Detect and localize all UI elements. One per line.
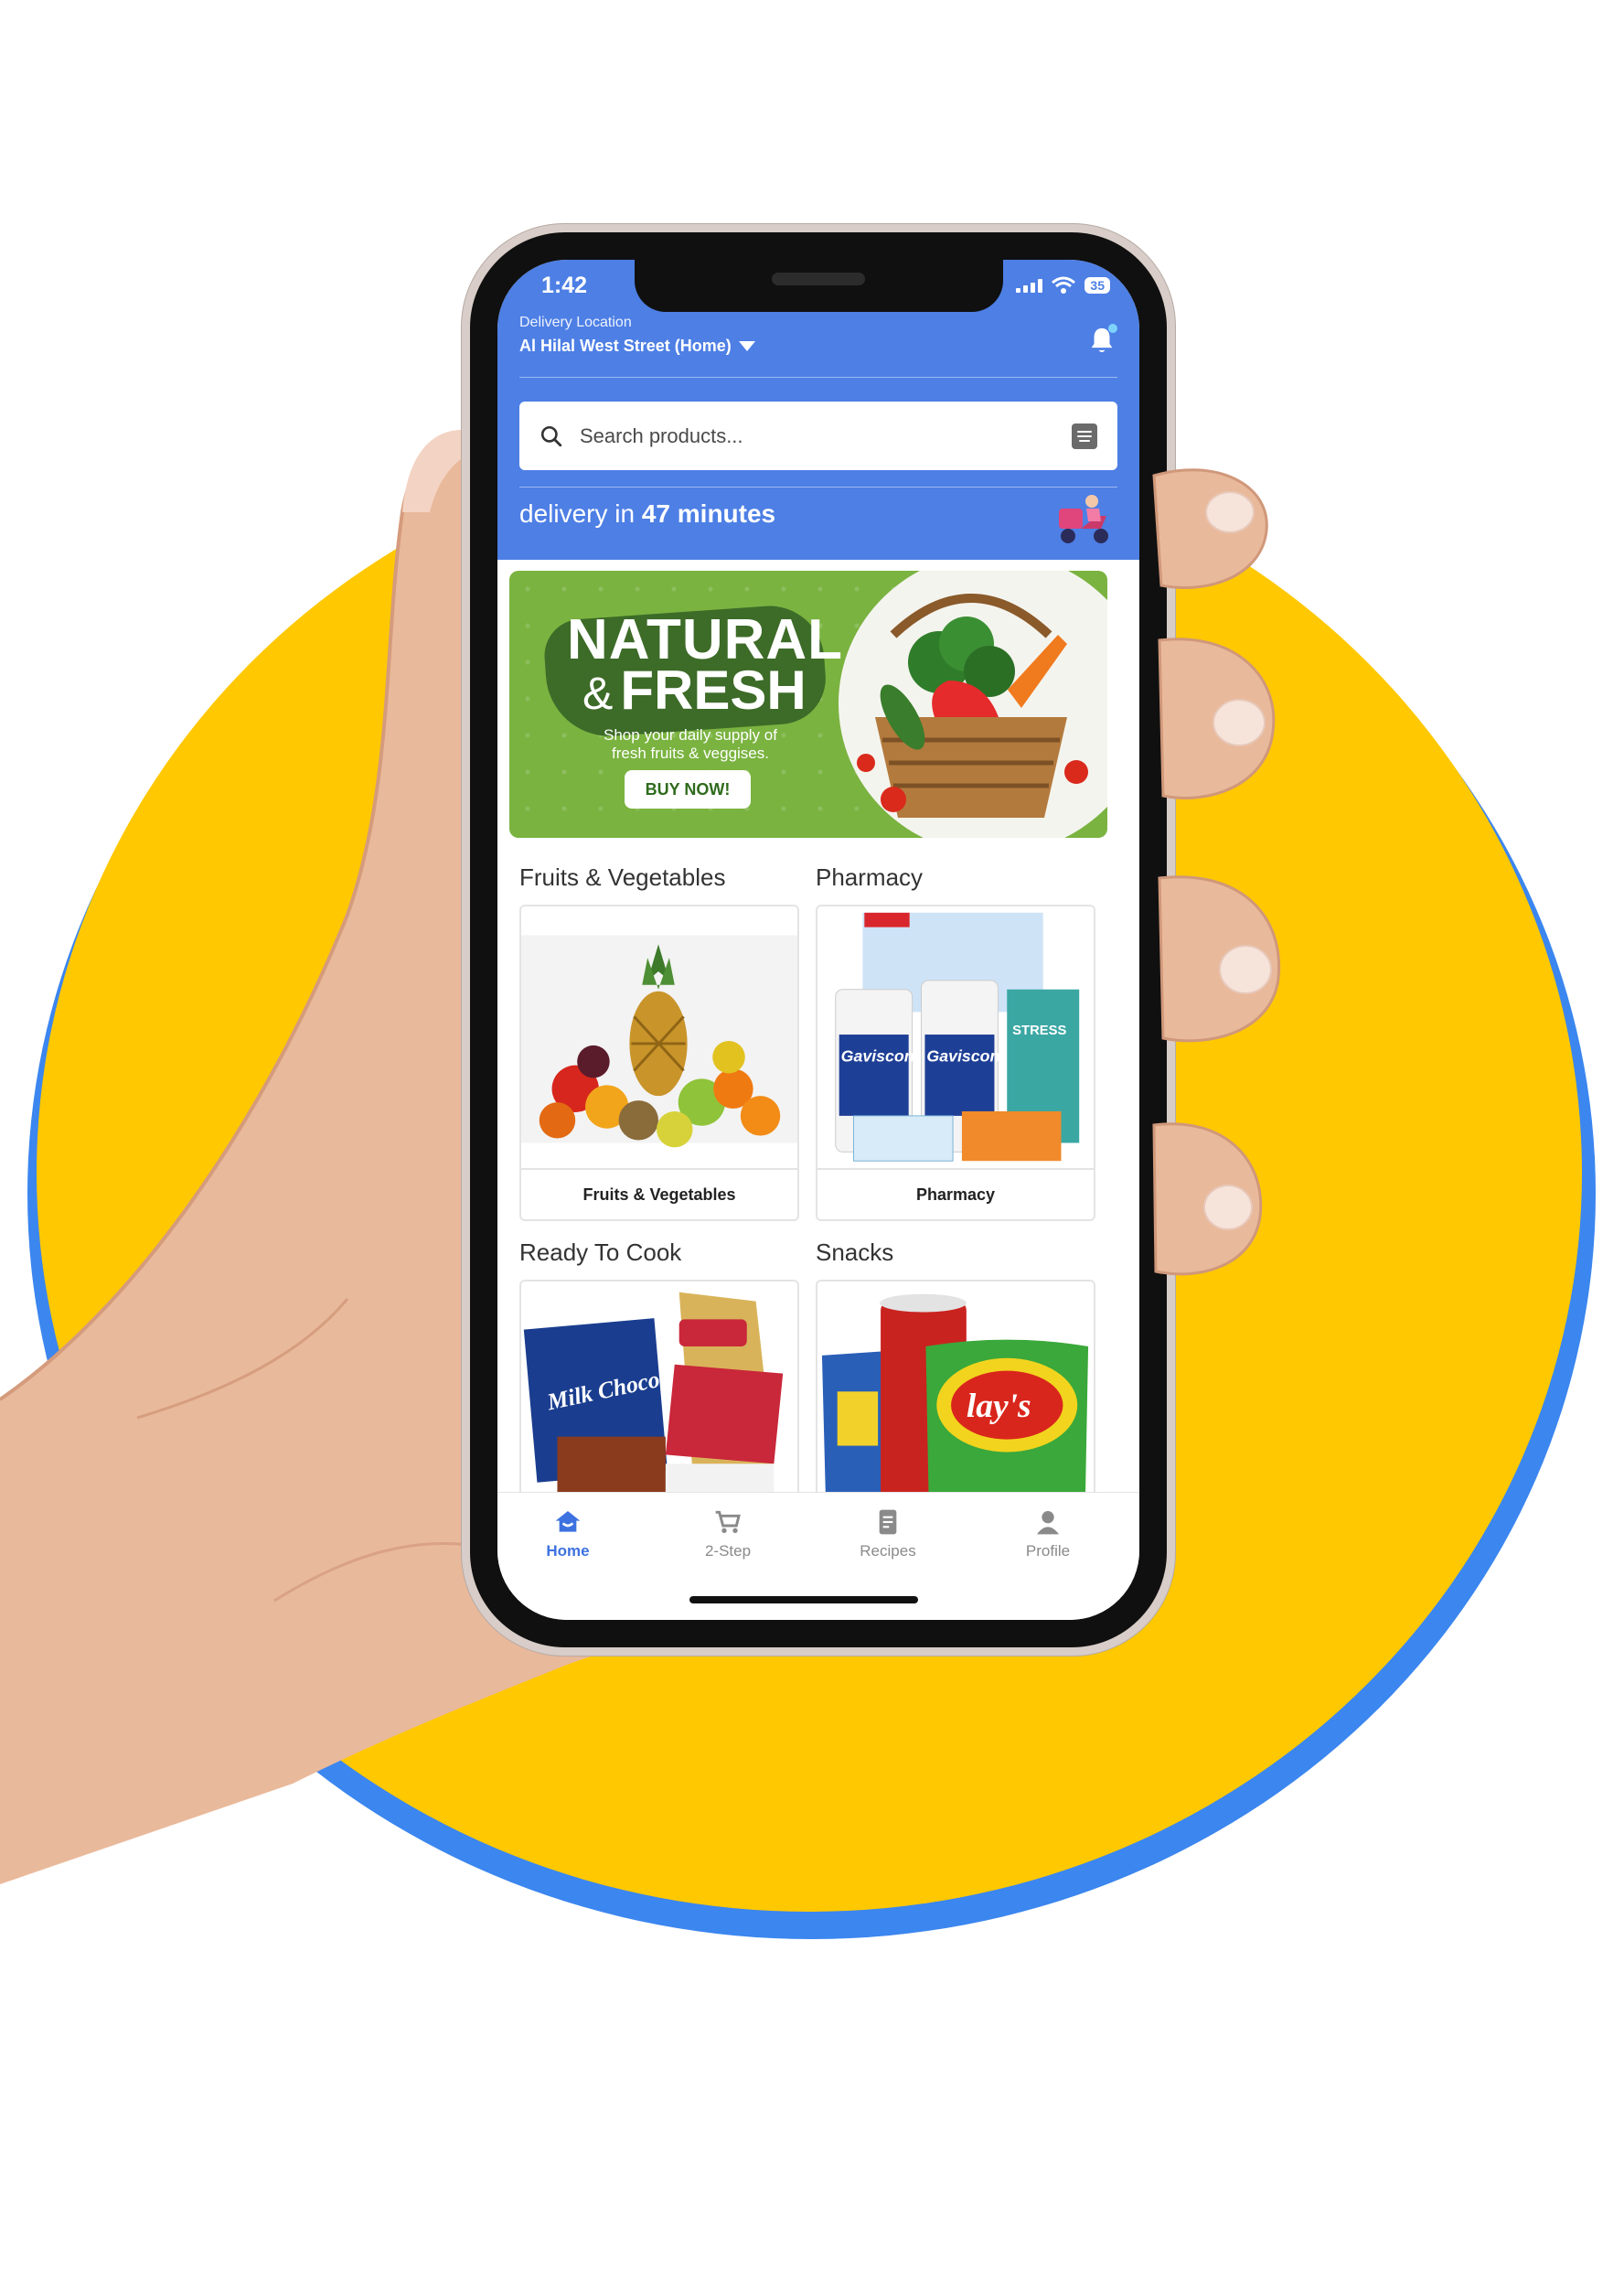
battery-icon: 35: [1084, 277, 1110, 294]
app-screen: 1:42 35 Delivery Location Al Hilal West …: [497, 260, 1139, 1620]
filter-icon[interactable]: [1072, 423, 1097, 449]
delivery-eta-time: 47 minutes: [641, 499, 776, 528]
tab-profile-label: Profile: [1025, 1542, 1071, 1560]
promo-banner[interactable]: NATURAL & FRESH Shop your daily supply of…: [509, 571, 1107, 838]
tab-profile[interactable]: Profile: [993, 1507, 1103, 1560]
lays-label: lay's: [967, 1388, 1031, 1425]
search-input[interactable]: [580, 424, 1072, 448]
notification-badge: [1108, 324, 1117, 333]
phone-bezel: 1:42 35 Delivery Location Al Hilal West …: [470, 232, 1167, 1647]
delivery-scooter-icon: [1059, 495, 1108, 543]
category-label-fruits: Fruits & Vegetables: [521, 1168, 797, 1219]
banner-ampersand: &: [582, 668, 614, 719]
header-divider: [519, 487, 1117, 488]
chevron-down-icon: [738, 341, 755, 351]
category-card-fruits[interactable]: Fruits & Vegetables: [519, 905, 799, 1221]
banner-subtitle: Shop your daily supply of fresh fruits &…: [604, 726, 777, 762]
vegetable-basket-image: [857, 594, 1088, 818]
delivery-location-value: Al Hilal West Street (Home): [519, 337, 732, 355]
tab-home-label: Home: [546, 1542, 590, 1560]
category-title-fruits[interactable]: Fruits & Vegetables: [519, 863, 725, 892]
banner-title-fresh: FRESH: [620, 659, 807, 721]
status-icons: 35: [1016, 276, 1110, 295]
buy-now-button[interactable]: BUY NOW!: [625, 770, 751, 809]
gaviscon-label-2: Gaviscon: [926, 1047, 999, 1066]
bottom-tab-bar: Home 2-Step Recipes Profile: [497, 1492, 1139, 1620]
category-title-snacks[interactable]: Snacks: [816, 1238, 893, 1267]
tab-recipes[interactable]: Recipes: [833, 1507, 943, 1560]
home-icon: [555, 1511, 581, 1532]
gaviscon-label: Gaviscon: [841, 1047, 914, 1066]
stress-label: STRESS: [1012, 1024, 1066, 1038]
search-icon: [540, 425, 562, 446]
wifi-icon: [1052, 276, 1076, 294]
tab-2-step-label: 2-Step: [704, 1542, 752, 1560]
tab-home[interactable]: Home: [513, 1507, 623, 1560]
cart-icon: [715, 1510, 741, 1533]
category-label-pharmacy: Pharmacy: [817, 1168, 1094, 1219]
phone-notch: [635, 260, 1003, 312]
speaker-grille: [772, 273, 865, 285]
delivery-location-caption: Delivery Location: [519, 315, 632, 330]
person-icon: [1037, 1511, 1059, 1535]
fruits-image: [521, 907, 797, 1171]
home-indicator: [689, 1596, 918, 1603]
tab-recipes-label: Recipes: [860, 1542, 916, 1560]
category-title-ready-to-cook[interactable]: Ready To Cook: [519, 1238, 681, 1267]
document-icon: [879, 1509, 897, 1535]
category-card-pharmacy[interactable]: Gaviscon Gaviscon STRESS Pharmacy: [816, 905, 1095, 1221]
status-time: 1:42: [541, 273, 588, 298]
search-bar[interactable]: [519, 402, 1117, 470]
delivery-eta-prefix: delivery in: [519, 499, 636, 528]
pharmacy-image: Gaviscon Gaviscon STRESS: [817, 907, 1094, 1171]
phone-device: 1:42 35 Delivery Location Al Hilal West …: [462, 224, 1175, 1656]
header-divider: [519, 377, 1117, 378]
tab-2-step[interactable]: 2-Step: [673, 1507, 783, 1560]
delivery-eta: delivery in 47 minutes: [519, 499, 775, 529]
category-title-pharmacy[interactable]: Pharmacy: [816, 863, 923, 892]
banner-title-line2: & FRESH: [582, 659, 807, 722]
signal-icon: [1016, 278, 1043, 293]
delivery-location-selector[interactable]: Al Hilal West Street (Home): [519, 337, 755, 356]
